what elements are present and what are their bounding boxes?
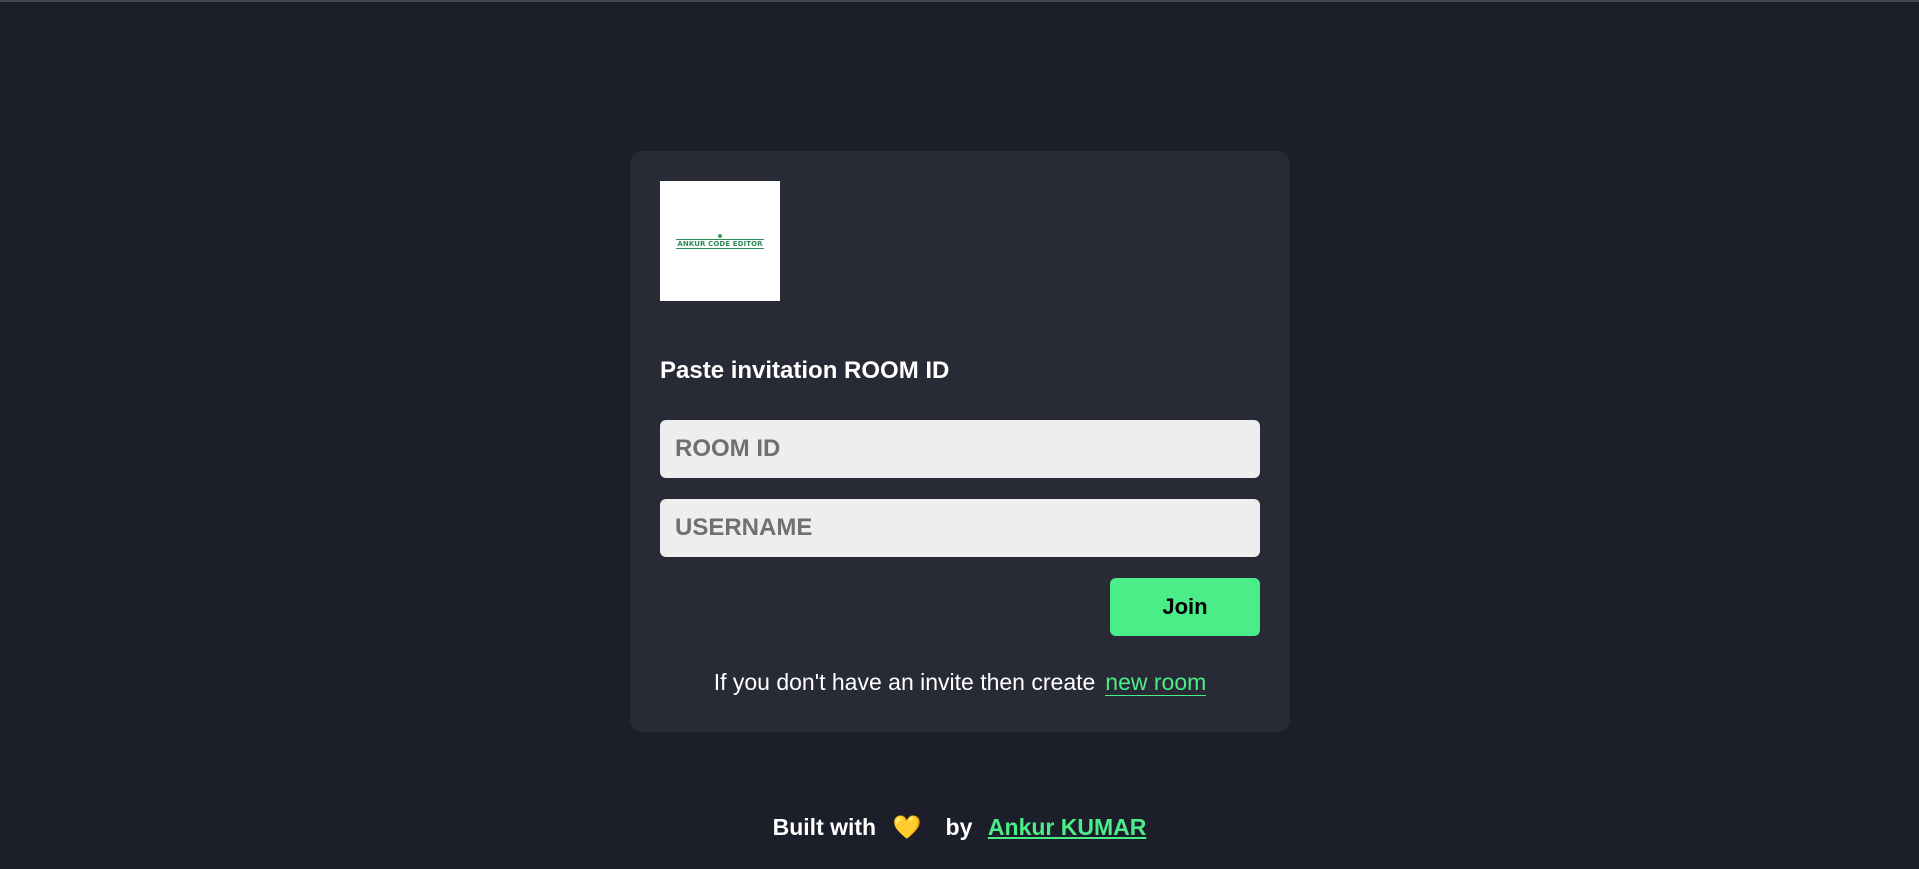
logo: ANKUR CODE EDITOR (660, 181, 780, 301)
username-input[interactable] (660, 499, 1260, 557)
join-button[interactable]: Join (1110, 578, 1260, 636)
room-id-input[interactable] (660, 420, 1260, 478)
new-room-link[interactable]: new room (1105, 669, 1207, 696)
footer-built-with: Built with (772, 814, 877, 840)
form-heading: Paste invitation ROOM ID (660, 357, 950, 384)
logo-mark: ANKUR CODE EDITOR (676, 233, 764, 249)
footer-by: by (945, 814, 973, 840)
create-room-info: If you don't have an invite then create n… (630, 669, 1290, 696)
footer: Built with 💛 by Ankur KUMAR (0, 814, 1919, 841)
create-room-text: If you don't have an invite then create (713, 669, 1096, 695)
logo-text: ANKUR CODE EDITOR (676, 238, 764, 249)
join-room-card: ANKUR CODE EDITOR Paste invitation ROOM … (630, 151, 1290, 732)
top-border (0, 0, 1919, 2)
heart-icon: 💛 (892, 814, 922, 840)
logo-dot-icon (718, 233, 722, 238)
author-link[interactable]: Ankur KUMAR (988, 814, 1146, 840)
